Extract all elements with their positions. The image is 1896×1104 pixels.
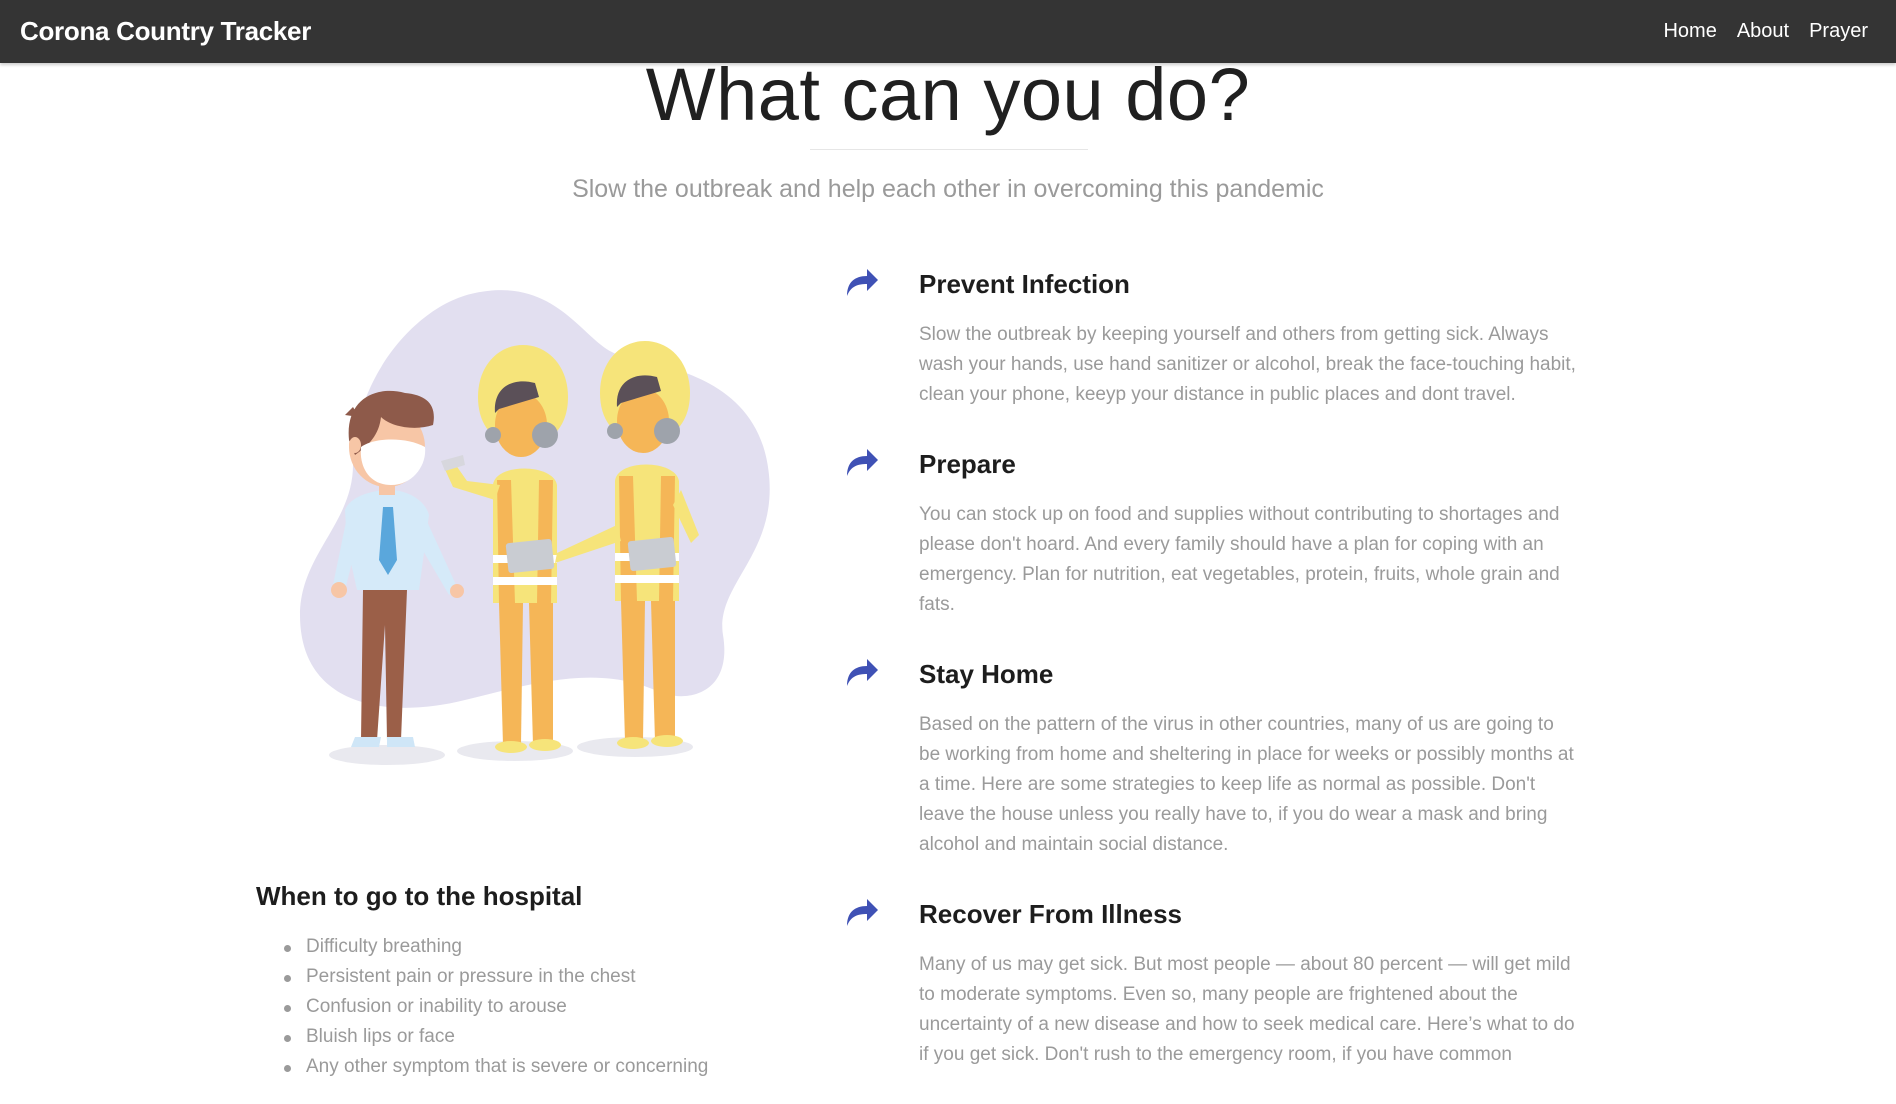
share-arrow-icon [847, 449, 878, 476]
tip-title: Prepare [919, 449, 1016, 479]
share-arrow-icon [847, 659, 878, 686]
nav-links: Home About Prayer [1663, 20, 1868, 43]
tip-recover-from-illness: Recover From Illness Many of us may get … [845, 898, 1585, 1078]
brand-link[interactable]: Corona Country Tracker [20, 16, 311, 47]
tip-text: Based on the pattern of the virus in oth… [919, 714, 1574, 855]
hospital-section-title: When to go to the hospital [256, 881, 583, 911]
list-item: Bluish lips or face [281, 1022, 708, 1052]
health-workers-illustration [300, 290, 770, 765]
tip-text: Many of us may get sick. But most people… [919, 954, 1575, 1065]
tip-title: Stay Home [919, 659, 1054, 689]
list-item: Difficulty breathing [281, 932, 708, 962]
nav-link-home[interactable]: Home [1663, 20, 1716, 43]
list-item: Persistent pain or pressure in the chest [281, 962, 708, 992]
share-arrow-icon [847, 899, 878, 926]
hospital-symptom-list: Difficulty breathing Persistent pain or … [281, 932, 708, 1082]
title-divider [810, 149, 1088, 150]
page-subtitle: Slow the outbreak and help each other in… [572, 175, 1324, 203]
tip-text: You can stock up on food and supplies wi… [919, 504, 1560, 615]
nav-link-prayer[interactable]: Prayer [1809, 20, 1868, 43]
nav-link-about[interactable]: About [1737, 20, 1789, 43]
tip-text: Slow the outbreak by keeping yourself an… [919, 324, 1576, 405]
navbar: Corona Country Tracker Home About Prayer [0, 0, 1896, 63]
page-title: What can you do? [645, 53, 1251, 136]
list-item: Confusion or inability to arouse [281, 992, 708, 1022]
tip-title: Recover From Illness [919, 899, 1182, 929]
share-arrow-icon [847, 269, 878, 296]
list-item: Any other symptom that is severe or conc… [281, 1052, 708, 1082]
tip-title: Prevent Infection [919, 269, 1130, 299]
